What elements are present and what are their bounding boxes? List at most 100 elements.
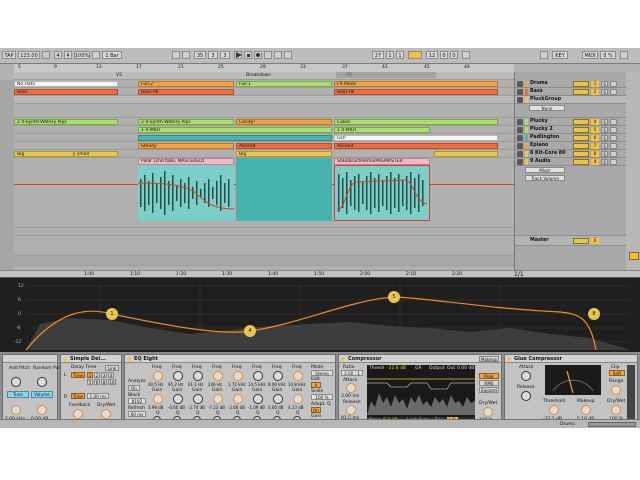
- tune-button[interactable]: Tune: [7, 391, 29, 398]
- device-on-icon[interactable]: [507, 357, 511, 361]
- band-freq-knob[interactable]: [193, 371, 203, 381]
- tap-button[interactable]: TAP: [2, 51, 16, 59]
- device-on-icon[interactable]: [127, 357, 131, 361]
- device-title-bar[interactable]: Compressor: [339, 355, 501, 363]
- device-title-bar[interactable]: Simple Del...: [61, 355, 121, 363]
- computer-midi-keyboard-icon[interactable]: [540, 51, 548, 59]
- capture-icon[interactable]: [284, 51, 292, 59]
- back-to-arrangement-icon[interactable]: [182, 51, 190, 59]
- track-header-master[interactable]: Master 0: [515, 236, 627, 246]
- volume-button[interactable]: Volume: [31, 391, 53, 398]
- band-gain-knob[interactable]: [193, 394, 203, 404]
- solo-button[interactable]: S: [601, 127, 608, 133]
- threshold-knob[interactable]: [549, 405, 559, 415]
- clip-fx-mods[interactable]: FX Mods: [334, 81, 498, 87]
- automation-param-menu[interactable]: Track Volume: [525, 175, 565, 181]
- sync-time-button[interactable]: Time: [71, 372, 85, 378]
- signature-numerator[interactable]: 4: [54, 51, 62, 59]
- track-header-plucky[interactable]: Plucky 4 S: [515, 118, 627, 126]
- master-volume-slider[interactable]: [573, 238, 589, 244]
- track-number[interactable]: 2: [591, 89, 599, 95]
- position-beat[interactable]: 3: [208, 51, 218, 59]
- automation-device-menu[interactable]: Mixer: [525, 167, 565, 173]
- solo-button[interactable]: S: [601, 159, 608, 165]
- rms-button[interactable]: RMS: [479, 380, 499, 386]
- track-name[interactable]: 9 Audio: [530, 158, 551, 166]
- drywet-knob[interactable]: [101, 409, 111, 419]
- record-icon[interactable]: [254, 51, 262, 59]
- clip-big[interactable]: Big: [236, 151, 332, 157]
- mini-view-selector[interactable]: [588, 422, 636, 427]
- makeup-knob[interactable]: [581, 405, 591, 415]
- track-name[interactable]: 8 Kit-Core 80: [530, 150, 565, 158]
- clip-full-2[interactable]: Full 2: [138, 81, 234, 87]
- automation-chooser-none[interactable]: None: [515, 104, 627, 118]
- device-title-bar[interactable]: [3, 355, 57, 363]
- right-time-button[interactable]: Time: [71, 393, 85, 399]
- play-triangle-icon[interactable]: [517, 159, 523, 165]
- track-number[interactable]: 4: [591, 119, 599, 125]
- eq-band-handle-8[interactable]: 8: [588, 308, 600, 320]
- band-gain-knob[interactable]: [153, 394, 163, 404]
- clip-steady[interactable]: Steady: [138, 143, 234, 149]
- eq-band-handle-1[interactable]: 1: [106, 308, 118, 320]
- solo-button[interactable]: S: [601, 81, 608, 87]
- analyze-on-button[interactable]: On: [128, 385, 140, 391]
- release-knob[interactable]: [346, 405, 356, 415]
- follow-icon[interactable]: [172, 51, 180, 59]
- beat-8-button[interactable]: 8: [101, 379, 107, 385]
- track-volume-slider[interactable]: [573, 135, 589, 141]
- clip-4-midi[interactable]: 1 4-MIDI: [138, 127, 332, 133]
- clip-big[interactable]: Big: [14, 151, 74, 157]
- clip-teal-pad[interactable]: [138, 135, 332, 141]
- solo-button[interactable]: S: [601, 151, 608, 157]
- arm-button[interactable]: [610, 135, 617, 141]
- clip-full-1[interactable]: Full 1: [236, 81, 332, 87]
- device-title-bar[interactable]: Glue Compressor: [505, 355, 637, 363]
- track-header-bass[interactable]: Bass 2 S: [515, 88, 627, 96]
- clip-no-hats[interactable]: No Hats: [14, 81, 118, 87]
- track-volume-slider[interactable]: [573, 151, 589, 157]
- loop-start-bar[interactable]: 27: [372, 51, 384, 59]
- clip-candy[interactable]: Candy!: [236, 119, 332, 125]
- track-header-audio[interactable]: 9 Audio 9 S: [515, 158, 627, 166]
- delay-ms-field[interactable]: 1.00 ms: [87, 393, 109, 399]
- beat-5-button[interactable]: 5: [87, 379, 93, 385]
- release-knob[interactable]: [521, 391, 531, 401]
- track-volume-slider[interactable]: [573, 127, 589, 133]
- clip-go[interactable]: GO!: [334, 135, 498, 141]
- loop-length-beat[interactable]: 0: [440, 51, 448, 59]
- arm-button[interactable]: [610, 81, 617, 87]
- automation-arm-icon[interactable]: [274, 51, 282, 59]
- clip-4-midi[interactable]: 1 4-MIDI: [334, 127, 430, 133]
- peak-button[interactable]: Peak: [479, 373, 499, 379]
- arm-button[interactable]: [610, 143, 617, 149]
- track-number[interactable]: 8: [591, 151, 599, 157]
- clip-steinbruch[interactable]: SteinbruchRemixPREMASTER: [334, 158, 430, 165]
- arm-button[interactable]: [610, 89, 617, 95]
- band-freq-knob[interactable]: [293, 371, 303, 381]
- band-gain-knob[interactable]: [273, 394, 283, 404]
- play-triangle-icon[interactable]: [517, 81, 523, 87]
- clip-bass-fill[interactable]: Bass fill: [334, 89, 498, 95]
- refresh-menu[interactable]: 60 ms: [128, 411, 146, 417]
- track-name[interactable]: Bass: [530, 88, 543, 96]
- attack-knob[interactable]: [521, 371, 531, 381]
- track-volume-slider[interactable]: [573, 119, 589, 125]
- beat-16-button[interactable]: 16: [108, 379, 116, 385]
- loop-start-sixteenth[interactable]: 1: [396, 51, 404, 59]
- play-triangle-icon[interactable]: [517, 127, 523, 133]
- play-triangle-icon[interactable]: [517, 151, 523, 157]
- automation-param-chooser[interactable]: Track Volume: [515, 174, 627, 236]
- band-gain-knob[interactable]: [233, 394, 243, 404]
- beat-1-button[interactable]: 1: [87, 372, 93, 378]
- attack-knob[interactable]: [346, 383, 356, 393]
- device-chooser[interactable]: None: [529, 105, 565, 111]
- band-freq-knob[interactable]: [213, 371, 223, 381]
- device-title-bar[interactable]: EQ Eight: [125, 355, 335, 363]
- track-volume-slider[interactable]: [573, 81, 589, 87]
- locator-v2[interactable]: V2: [116, 73, 122, 78]
- band-gain-knob[interactable]: [253, 394, 263, 404]
- audio-clip-steinbruch[interactable]: [334, 165, 430, 221]
- band-freq-knob[interactable]: [153, 371, 163, 381]
